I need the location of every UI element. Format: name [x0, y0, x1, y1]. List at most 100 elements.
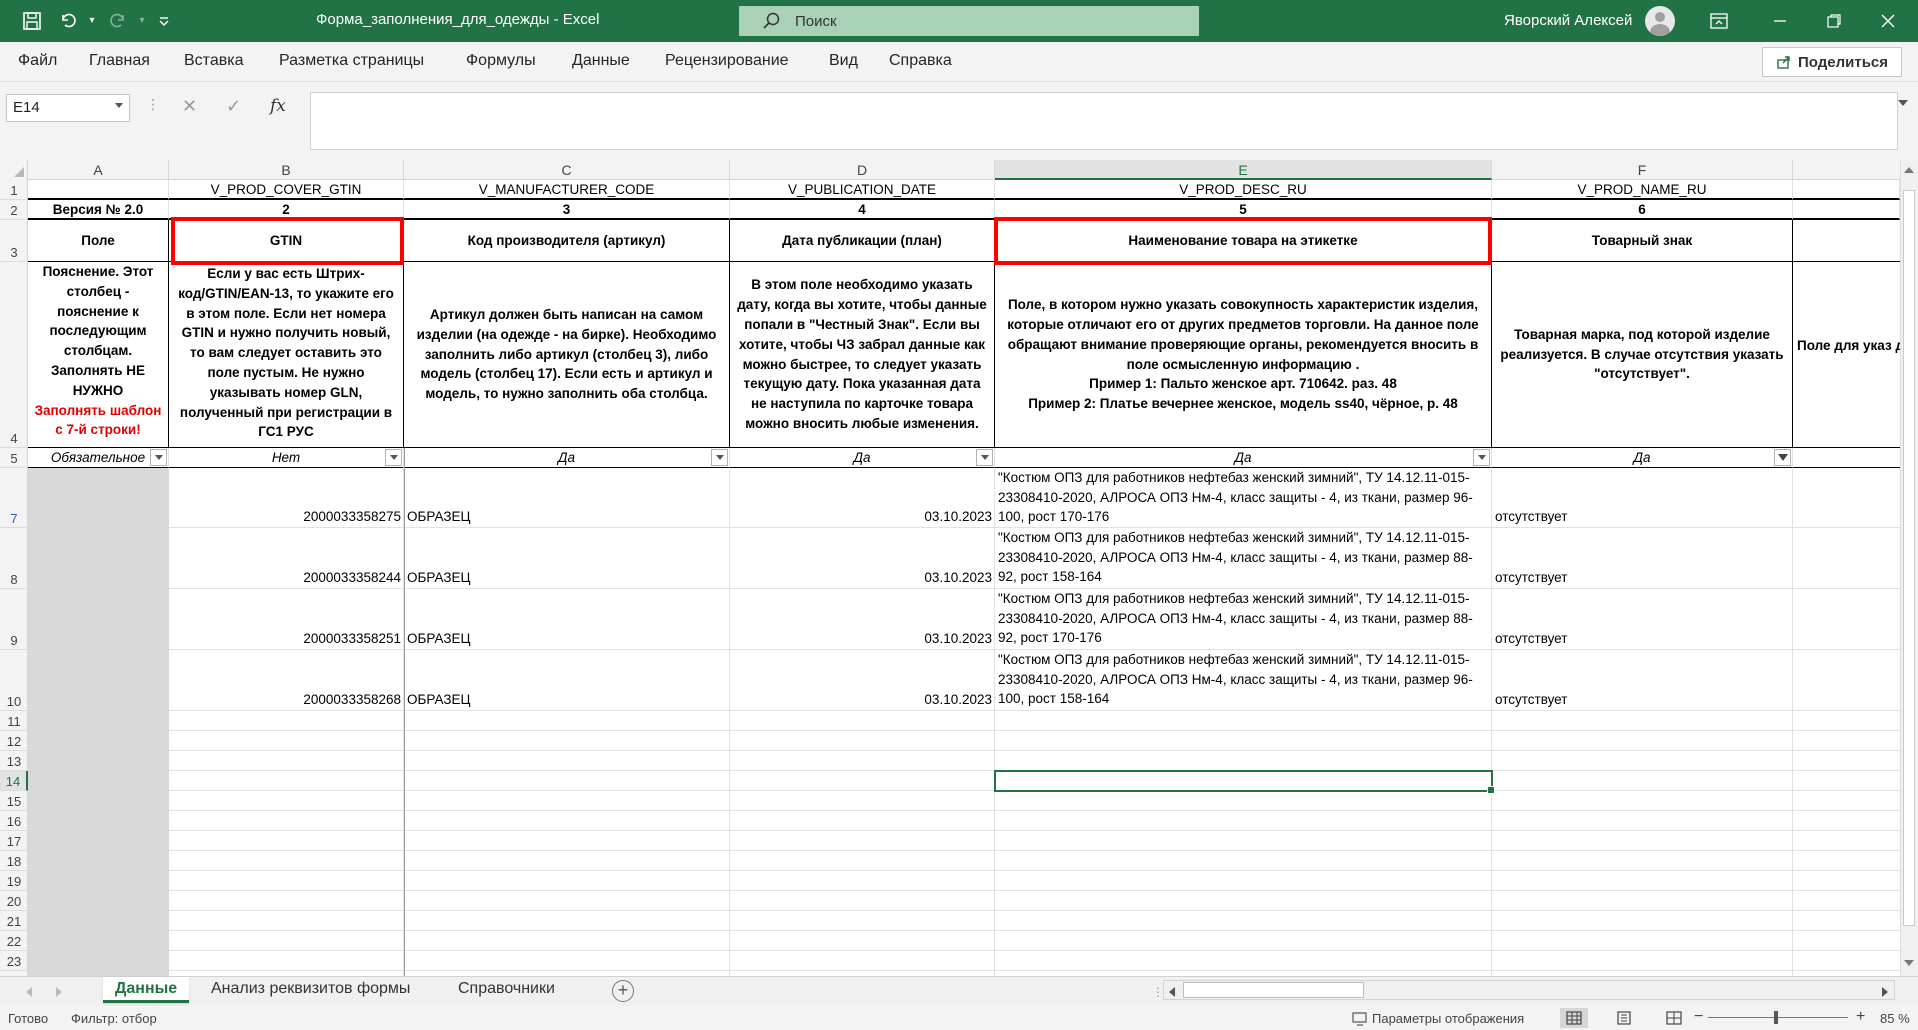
cell-e3[interactable]: Наименование товара на этикетке — [995, 220, 1492, 262]
cell-a1[interactable] — [28, 180, 169, 200]
cell-f2[interactable]: 6 — [1492, 200, 1793, 220]
cell-g8[interactable] — [1793, 528, 1900, 589]
tab-view[interactable]: Вид — [829, 52, 858, 70]
search-box[interactable]: Поиск — [739, 6, 1199, 36]
row-header[interactable]: 9 — [0, 589, 28, 650]
cell-a4[interactable]: Пояснение. Этот столбец - пояснение к по… — [28, 262, 169, 448]
row-header[interactable]: 10 — [0, 650, 28, 711]
cell-e7[interactable]: "Костюм ОПЗ для работников нефтебаз женс… — [995, 468, 1492, 528]
cell-d7[interactable]: 03.10.2023 — [730, 468, 995, 528]
row-header[interactable]: 13 — [0, 751, 28, 771]
cell-f5[interactable]: Да — [1492, 448, 1793, 468]
cell-g7[interactable] — [1793, 468, 1900, 528]
tab-page-layout[interactable]: Разметка страницы — [279, 52, 424, 70]
tab-formulas[interactable]: Формулы — [466, 52, 536, 70]
cell-e8[interactable]: "Костюм ОПЗ для работников нефтебаз женс… — [995, 528, 1492, 589]
scroll-right-icon[interactable] — [1882, 987, 1888, 997]
filter-applied-icon[interactable] — [1774, 449, 1791, 466]
cell-d5[interactable]: Да — [730, 448, 995, 468]
cell-b10[interactable]: 2000033358268 — [169, 650, 404, 711]
tab-home[interactable]: Главная — [89, 52, 150, 70]
cell-d4[interactable]: В этом поле необходимо указать дату, ког… — [730, 262, 995, 448]
confirm-entry-icon[interactable]: ✓ — [226, 96, 241, 117]
sheet-tab-analysis[interactable]: Анализ реквизитов формы — [199, 977, 422, 1003]
avatar[interactable] — [1645, 6, 1675, 36]
tab-data[interactable]: Данные — [572, 52, 630, 70]
cell-b3[interactable]: GTIN — [169, 220, 404, 262]
cell-f10[interactable]: отсутствует — [1492, 650, 1793, 711]
column-header-g[interactable] — [1793, 160, 1900, 180]
row-header[interactable]: 2 — [0, 200, 28, 220]
customize-toolbar-icon[interactable] — [152, 9, 176, 33]
sheet-tab-references[interactable]: Справочники — [446, 977, 567, 1003]
redo-dropdown-icon[interactable]: ▾ — [130, 9, 154, 33]
row-header[interactable]: 23 — [0, 951, 28, 971]
row-header[interactable]: 21 — [0, 911, 28, 931]
insert-function-icon[interactable]: fx — [270, 96, 286, 116]
tab-help[interactable]: Справка — [889, 52, 952, 70]
cell-a2[interactable]: Версия № 2.0 — [28, 200, 169, 220]
expand-formula-bar-icon[interactable] — [1898, 100, 1908, 106]
restore-icon[interactable] — [1822, 9, 1846, 33]
tab-file[interactable]: Файл — [18, 52, 57, 70]
filter-dropdown-icon[interactable] — [976, 449, 993, 466]
zoom-out-icon[interactable]: − — [1694, 1008, 1703, 1026]
column-header-c[interactable]: C — [404, 160, 730, 180]
tab-review[interactable]: Рецензирование — [665, 52, 789, 70]
cell-b9[interactable]: 2000033358251 — [169, 589, 404, 650]
next-sheet-icon[interactable] — [56, 987, 62, 997]
cell-f8[interactable]: отсутствует — [1492, 528, 1793, 589]
row-header[interactable]: 8 — [0, 528, 28, 589]
row-header[interactable]: 1 — [0, 180, 28, 200]
cell-c7[interactable]: ОБРАЗЕЦ — [404, 468, 730, 528]
add-sheet-button[interactable]: + — [612, 980, 634, 1002]
row-header[interactable]: 22 — [0, 931, 28, 951]
sheet-tab-data[interactable]: Данные — [103, 977, 190, 1003]
row-header[interactable]: 11 — [0, 711, 28, 731]
horizontal-scroll-thumb[interactable] — [1183, 982, 1364, 998]
row-header[interactable]: 14 — [0, 771, 28, 791]
cell-e9[interactable]: "Костюм ОПЗ для работников нефтебаз женс… — [995, 589, 1492, 650]
tab-insert[interactable]: Вставка — [184, 52, 243, 70]
undo-icon[interactable] — [56, 9, 80, 33]
cell-f1[interactable]: V_PROD_NAME_RU — [1492, 180, 1793, 200]
cell-c9[interactable]: ОБРАЗЕЦ — [404, 589, 730, 650]
redo-icon[interactable] — [106, 9, 130, 33]
cell-d1[interactable]: V_PUBLICATION_DATE — [730, 180, 995, 200]
cell-f7[interactable]: отсутствует — [1492, 468, 1793, 528]
cell-g4[interactable]: Поле для указ данный про — [1793, 262, 1900, 448]
cell-d9[interactable]: 03.10.2023 — [730, 589, 995, 650]
filter-dropdown-icon[interactable] — [1473, 449, 1490, 466]
column-header-f[interactable]: F — [1492, 160, 1793, 180]
cell-d3[interactable]: Дата публикации (план) — [730, 220, 995, 262]
display-settings[interactable]: Параметры отображения — [1352, 1011, 1524, 1026]
zoom-in-icon[interactable]: + — [1856, 1008, 1865, 1026]
cell-g3[interactable] — [1793, 220, 1900, 262]
page-layout-view-icon[interactable] — [1610, 1008, 1638, 1028]
cell-d8[interactable]: 03.10.2023 — [730, 528, 995, 589]
share-button[interactable]: Поделиться — [1762, 47, 1902, 77]
filter-dropdown-icon[interactable] — [711, 449, 728, 466]
page-break-view-icon[interactable] — [1660, 1008, 1688, 1028]
cell-c2[interactable]: 3 — [404, 200, 730, 220]
zoom-level[interactable]: 85 % — [1880, 1011, 1910, 1026]
cell-e10[interactable]: "Костюм ОПЗ для работников нефтебаз женс… — [995, 650, 1492, 711]
cell-b4[interactable]: Если у вас есть Штрих-код/GTIN/EAN-13, т… — [169, 262, 404, 448]
cell-e1[interactable]: V_PROD_DESC_RU — [995, 180, 1492, 200]
zoom-slider-thumb[interactable] — [1774, 1011, 1778, 1024]
filter-dropdown-icon[interactable] — [385, 449, 402, 466]
cell-g9[interactable] — [1793, 589, 1900, 650]
cell-a5[interactable]: Обязательное — [28, 448, 169, 468]
row-header[interactable]: 4 — [0, 262, 28, 448]
cell-c5[interactable]: Да — [404, 448, 730, 468]
cell-e5[interactable]: Да — [995, 448, 1492, 468]
zoom-slider[interactable] — [1708, 1017, 1848, 1018]
cell-g10[interactable] — [1793, 650, 1900, 711]
cell-d2[interactable]: 4 — [730, 200, 995, 220]
cell-b2[interactable]: 2 — [169, 200, 404, 220]
cell-g5[interactable] — [1793, 448, 1900, 468]
row-header[interactable]: 3 — [0, 220, 28, 262]
cell-e2[interactable]: 5 — [995, 200, 1492, 220]
column-header-b[interactable]: B — [169, 160, 404, 180]
column-header-d[interactable]: D — [730, 160, 995, 180]
